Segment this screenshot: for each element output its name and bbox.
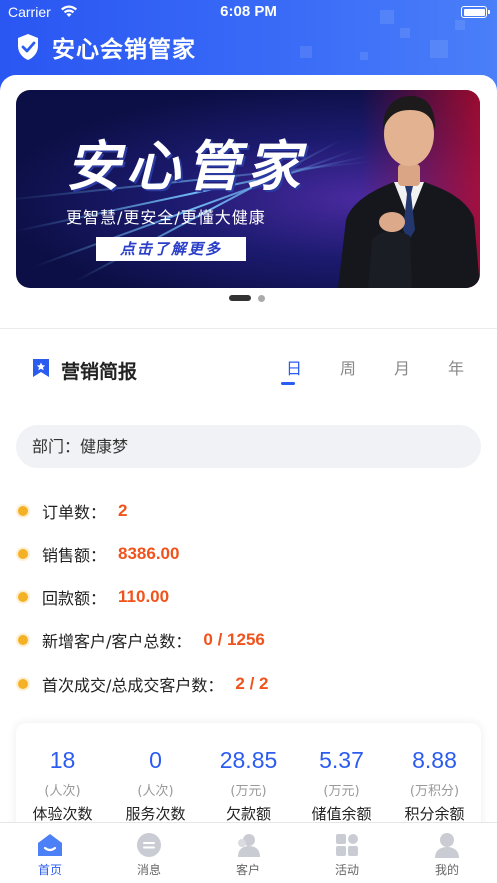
tabbar-profile[interactable]: 我的 [417,831,477,878]
stat-label: 回款额： [42,589,107,608]
metric-unit: (万元) [323,784,360,799]
metric-value: 18 [49,747,76,773]
app-title: 安心会销管家 [52,37,196,63]
battery-icon [461,6,490,18]
shield-check-icon [18,34,38,60]
stat-value: 8386.00 [118,544,180,563]
metric-value: 8.88 [412,747,457,773]
tabbar-messages[interactable]: 消息 [119,831,179,878]
stat-sales: 销售额： 8386.00 [18,542,179,566]
tabbar-customers[interactable]: 客户 [218,831,278,878]
banner-pager[interactable] [229,294,265,302]
tabbar-label: 消息 [136,863,161,877]
metric-unit: (万元) [230,784,267,799]
banner-title: 安心管家 [66,135,306,198]
tab-week[interactable]: 周 [328,355,368,379]
bottom-tab-bar: 首页 消息 客户 活动 我的 [0,822,497,883]
metric-unit: (人次) [137,784,174,799]
metric-label: 储值余额 [311,805,372,823]
status-bar: Carrier 6:08 PM [0,0,497,26]
tab-month[interactable]: 月 [382,355,422,379]
tabbar-label: 我的 [434,863,459,877]
banner-cta-button[interactable]: 点击了解更多 [96,237,246,261]
bookmark-star-icon [33,359,49,377]
stat-label: 新增客户/客户总数： [42,632,192,651]
tab-year[interactable]: 年 [436,355,476,379]
metric-unit: (万积分) [409,784,460,799]
tabbar-activities[interactable]: 活动 [317,831,377,878]
stat-orders: 订单数： 2 [18,499,127,523]
stat-customers: 新增客户/客户总数： 0 / 1256 [18,628,265,652]
period-tabs: 日 周 月 年 [268,355,478,385]
home-icon [38,834,62,856]
customer-icon [238,834,260,857]
tabbar-label: 活动 [334,863,359,877]
stat-value: 110.00 [118,587,170,606]
stat-label: 订单数： [42,503,107,522]
clock: 6:08 PM [220,3,277,20]
metric-label: 服务次数 [125,805,186,823]
divider [0,328,497,329]
stat-value: 2 [118,501,128,520]
pager-dot-active[interactable] [229,295,251,301]
bullet-icon [18,506,28,516]
bullet-icon [18,635,28,645]
stat-value: 0 / 1256 [203,630,265,649]
bullet-icon [18,592,28,602]
profile-icon [435,833,459,858]
tabbar-label: 客户 [235,863,260,877]
stat-value: 2 / 2 [235,674,269,693]
pager-dot[interactable] [258,294,265,302]
bullet-icon [18,549,28,559]
stat-deals: 首次成交/总成交客户数： 2 / 2 [18,672,269,696]
active-tab-indicator [281,382,295,385]
tabbar-label: 首页 [37,863,62,877]
tabbar-home[interactable]: 首页 [20,831,80,878]
banner-subtitle: 更智慧/更安全/更懂大健康 [66,208,266,227]
metric-unit: (人次) [44,784,81,799]
spokesperson-image [338,96,480,288]
stat-label: 销售额： [42,546,107,565]
activity-icon [336,834,358,856]
stat-payment: 回款额： 110.00 [18,585,169,609]
metric-label: 欠款额 [225,805,271,823]
stat-label: 首次成交/总成交客户数： [42,676,224,695]
metric-label: 积分余额 [404,805,465,823]
metric-value: 0 [149,747,162,773]
app-screen: Carrier 6:08 PM 安心会销管家 安心管家 更智慧/更安全/更懂大健… [0,0,497,883]
message-icon [137,833,161,857]
bullet-icon [18,679,28,689]
department-selector[interactable]: 部门：健康梦 [16,425,481,468]
metric-label: 体验次数 [32,805,93,823]
tab-day[interactable]: 日 [274,355,314,379]
metric-value: 28.85 [219,747,278,773]
metric-value: 5.37 [319,747,364,773]
promo-banner[interactable]: 安心管家 更智慧/更安全/更懂大健康 点击了解更多 [16,90,480,288]
section-title: 营销简报 [61,361,138,383]
app-brand: 安心会销管家 [16,32,196,63]
